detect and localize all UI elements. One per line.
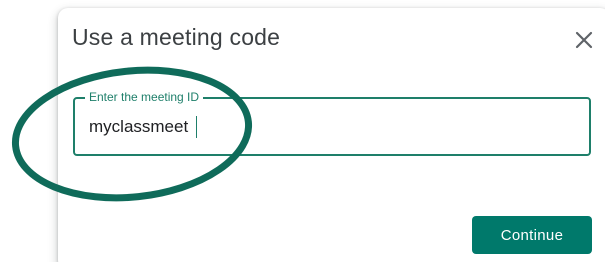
dialog-title: Use a meeting code	[72, 24, 281, 50]
meeting-id-label: Enter the meeting ID	[85, 90, 204, 104]
text-caret	[196, 116, 197, 138]
close-button[interactable]	[568, 24, 600, 56]
meeting-id-field[interactable]: Enter the meeting ID	[73, 90, 591, 156]
page: Use a meeting code Enter the meeting ID …	[0, 0, 605, 262]
close-icon	[575, 31, 593, 49]
continue-button[interactable]: Continue	[472, 216, 592, 254]
meeting-id-input[interactable]	[89, 114, 569, 140]
